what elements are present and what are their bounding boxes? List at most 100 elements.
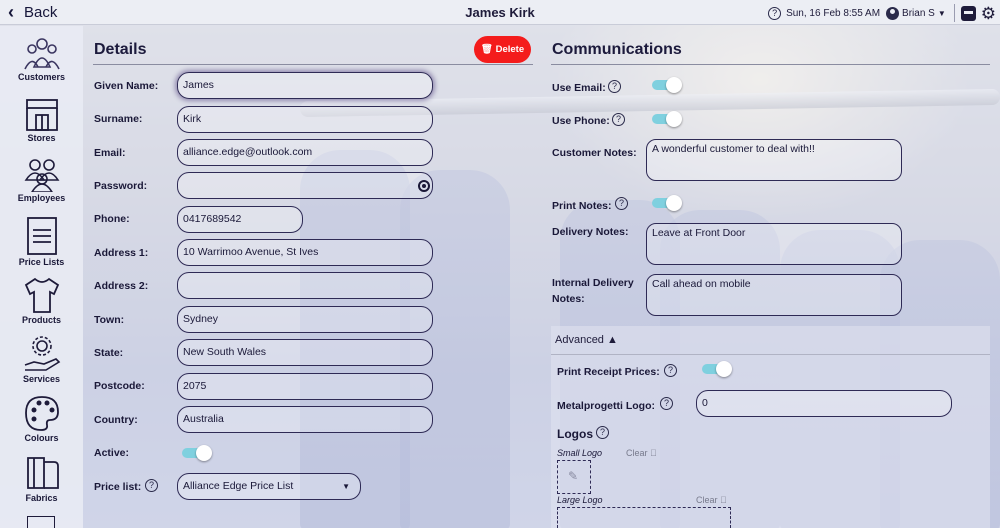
active-label: Active: bbox=[94, 447, 130, 459]
metalprogetti-field[interactable]: 0 bbox=[696, 390, 952, 417]
user-menu[interactable]: Brian S bbox=[902, 8, 935, 19]
delivery-notes-textarea[interactable]: Leave at Front Door bbox=[646, 223, 902, 265]
given-name-label: Given Name: bbox=[94, 80, 159, 92]
print-receipt-label: Print Receipt Prices: bbox=[557, 366, 660, 378]
town-label: Town: bbox=[94, 314, 125, 326]
trash-icon: 🗑 bbox=[480, 44, 493, 55]
palette-icon bbox=[24, 396, 59, 431]
sidebar-item-label: Employees bbox=[17, 193, 66, 203]
sidebar-item-label: Colours bbox=[24, 433, 59, 443]
help-circle-icon[interactable]: ? bbox=[615, 197, 628, 210]
more-nav-icon[interactable] bbox=[27, 516, 55, 528]
gear-icon[interactable]: ⚙ bbox=[981, 5, 996, 22]
small-logo-label: Small Logo bbox=[557, 448, 603, 458]
email-label: Email: bbox=[94, 147, 126, 159]
top-bar: ‹ Back James Kirk ? Sun, 16 Feb 8:55 AM … bbox=[0, 0, 1000, 25]
back-label: Back bbox=[24, 3, 58, 21]
delete-button[interactable]: 🗑 Delete bbox=[474, 36, 531, 63]
pencil-icon: ✎ bbox=[568, 469, 579, 483]
people-group-icon bbox=[24, 159, 59, 192]
active-toggle[interactable] bbox=[182, 445, 212, 461]
details-heading: Details bbox=[94, 41, 147, 58]
datetime: Sun, 16 Feb 8:55 AM bbox=[786, 7, 881, 19]
small-logo-clear-button[interactable]: Clear ⃠ bbox=[626, 448, 657, 458]
delete-label: Delete bbox=[495, 44, 525, 55]
sidebar-item-label: Price Lists bbox=[18, 257, 65, 267]
logos-heading: Logos bbox=[557, 427, 593, 441]
sidebar-item-products[interactable]: Products bbox=[0, 276, 83, 325]
surname-label: Surname: bbox=[94, 113, 143, 125]
print-notes-label: Print Notes: bbox=[552, 200, 612, 212]
internal-delivery-notes-textarea[interactable]: Call ahead on mobile bbox=[646, 274, 902, 316]
help-circle-icon[interactable]: ? bbox=[664, 364, 677, 377]
sidebar-item-stores[interactable]: Stores bbox=[0, 98, 83, 143]
sidebar-item-fabrics[interactable]: Fabrics bbox=[0, 454, 83, 503]
communications-heading: Communications bbox=[552, 41, 682, 58]
help-circle-icon[interactable]: ? bbox=[145, 479, 158, 492]
help-circle-icon[interactable]: ? bbox=[768, 6, 782, 20]
storefront-icon bbox=[25, 99, 58, 131]
register-icon[interactable] bbox=[960, 5, 976, 21]
print-notes-toggle[interactable] bbox=[652, 195, 682, 211]
sidebar: Customers Stores Employees Price Lists P… bbox=[0, 26, 83, 528]
eye-icon[interactable] bbox=[418, 180, 430, 192]
delivery-notes-label: Delivery Notes: bbox=[552, 226, 629, 238]
address2-field[interactable] bbox=[177, 272, 433, 299]
state-label: State: bbox=[94, 347, 124, 359]
sidebar-item-label: Fabrics bbox=[25, 493, 58, 503]
use-email-toggle[interactable] bbox=[652, 77, 682, 93]
advanced-toggle[interactable]: Advanced ▲ bbox=[551, 326, 990, 355]
country-label: Country: bbox=[94, 414, 138, 426]
phone-label: Phone: bbox=[94, 213, 130, 225]
sidebar-item-services[interactable]: Services bbox=[0, 335, 83, 384]
address1-field[interactable]: 10 Warrimoo Avenue, St Ives bbox=[177, 239, 433, 266]
price-list-value: Alliance Edge Price List bbox=[183, 480, 294, 492]
sidebar-item-label: Products bbox=[21, 315, 61, 325]
price-list-label: Price list: bbox=[94, 481, 142, 493]
sidebar-item-price-lists[interactable]: Price Lists bbox=[0, 216, 83, 267]
town-field[interactable]: Sydney bbox=[177, 306, 433, 333]
country-field[interactable]: Australia bbox=[177, 406, 433, 433]
use-phone-toggle[interactable] bbox=[652, 111, 682, 127]
help-circle-icon[interactable]: ? bbox=[596, 426, 609, 439]
sidebar-item-colours[interactable]: Colours bbox=[0, 394, 83, 443]
service-hand-icon bbox=[24, 336, 60, 371]
given-name-field[interactable]: James bbox=[177, 72, 433, 99]
large-logo-clear-button[interactable]: Clear ⃠ bbox=[696, 495, 727, 505]
print-receipt-toggle[interactable] bbox=[702, 361, 732, 377]
people-icon bbox=[23, 38, 60, 70]
address1-label: Address 1: bbox=[94, 247, 149, 259]
sidebar-item-customers[interactable]: Customers bbox=[0, 37, 83, 82]
postcode-field[interactable]: 2075 bbox=[177, 373, 433, 400]
postcode-label: Postcode: bbox=[94, 380, 145, 392]
divider bbox=[551, 64, 990, 65]
email-field[interactable]: alliance.edge@outlook.com bbox=[177, 139, 433, 166]
phone-field[interactable]: 0417689542 bbox=[177, 206, 303, 233]
customer-notes-textarea[interactable]: A wonderful customer to deal with!! bbox=[646, 139, 902, 181]
price-list-icon bbox=[26, 217, 57, 255]
help-circle-icon[interactable]: ? bbox=[612, 113, 625, 126]
caret-down-icon: ▼ bbox=[342, 482, 350, 491]
internal-delivery-label: Internal Delivery bbox=[552, 277, 634, 289]
advanced-panel bbox=[551, 326, 990, 528]
customer-notes-label: Customer Notes: bbox=[552, 147, 637, 159]
divider bbox=[953, 4, 955, 22]
divider bbox=[93, 64, 533, 65]
internal-delivery-label-notes: Notes: bbox=[552, 293, 585, 305]
help-circle-icon[interactable]: ? bbox=[660, 397, 673, 410]
help-circle-icon[interactable]: ? bbox=[608, 80, 621, 93]
shirt-icon bbox=[24, 277, 59, 313]
sidebar-item-employees[interactable]: Employees bbox=[0, 158, 83, 203]
chevron-left-icon: ‹ bbox=[8, 2, 14, 22]
use-email-label: Use Email: bbox=[552, 82, 606, 94]
caret-down-icon[interactable]: ▼ bbox=[938, 9, 946, 18]
small-logo-dropzone[interactable]: ✎ bbox=[557, 460, 591, 494]
user-circle-icon bbox=[886, 6, 900, 20]
metalprogetti-label: Metalprogetti Logo: bbox=[557, 400, 655, 412]
surname-field[interactable]: Kirk bbox=[177, 106, 433, 133]
state-field[interactable]: New South Wales bbox=[177, 339, 433, 366]
large-logo-dropzone[interactable] bbox=[557, 507, 731, 528]
password-field[interactable] bbox=[177, 172, 433, 199]
price-list-select[interactable]: Alliance Edge Price List ▼ bbox=[177, 473, 361, 500]
back-button[interactable]: ‹ Back bbox=[8, 3, 57, 21]
